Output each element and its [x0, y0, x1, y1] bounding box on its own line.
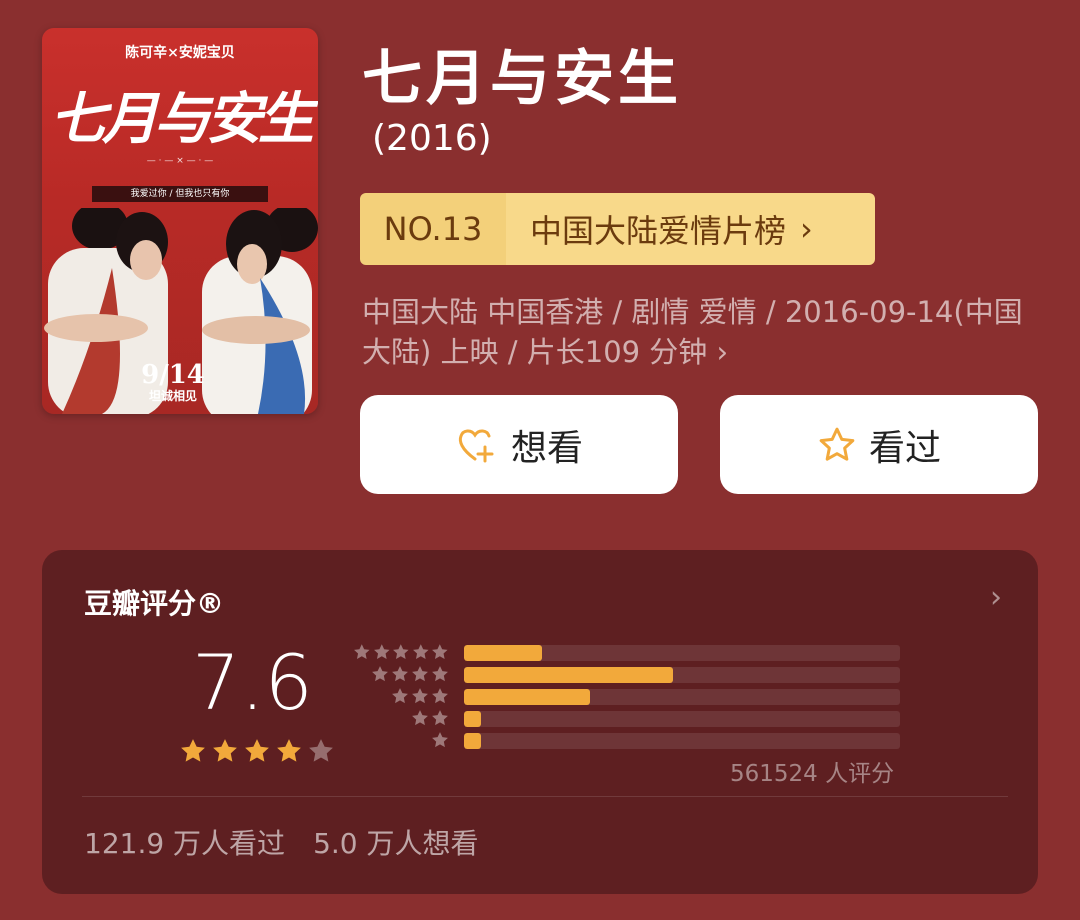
distribution-row-4-star	[352, 664, 900, 684]
poster-credits: 陈可辛×安妮宝贝	[125, 45, 235, 61]
distribution-bar-4-star	[464, 667, 674, 683]
distribution-bar-track	[464, 689, 900, 705]
rating-stars	[178, 736, 336, 766]
star-icon	[393, 644, 409, 659]
star-icon	[432, 666, 448, 682]
movie-poster[interactable]: 陈可辛×安妮宝贝 七月与安生 — · — × — · — 我爱过你 / 但我也只…	[42, 28, 318, 414]
star-icon	[432, 644, 448, 659]
distribution-bar-3-star	[464, 689, 591, 705]
star-filled-icon	[181, 739, 205, 762]
distribution-stars	[352, 730, 450, 750]
star-empty-icon	[309, 739, 333, 762]
chevron-right-icon: ›	[800, 210, 813, 248]
rank-list-name: 中国大陆爱情片榜	[530, 212, 787, 250]
star-icon	[432, 688, 448, 704]
distribution-row-1-star	[352, 730, 900, 750]
poster-date: 9/14	[141, 360, 205, 390]
star-outline-icon	[819, 427, 855, 461]
star-icon	[354, 644, 370, 659]
distribution-bar-5-star	[464, 645, 543, 661]
watched-button[interactable]: 看过	[720, 395, 1038, 494]
poster-title: 七月与安生	[50, 86, 314, 152]
want-count: 5.0 万人想看	[313, 827, 479, 860]
rating-score: 7.6	[192, 638, 313, 727]
star-icon	[372, 666, 388, 682]
star-icon	[392, 688, 408, 704]
distribution-stars	[352, 708, 450, 728]
chevron-right-icon: ›	[716, 335, 729, 369]
movie-meta-text: 中国大陆 中国香港 / 剧情 爱情 / 2016-09-14(中国大陆) 上映 …	[362, 295, 1023, 369]
distribution-bar-track	[464, 645, 900, 661]
distribution-bar-track	[464, 733, 900, 749]
distribution-row-5-star	[352, 642, 900, 662]
distribution-row-2-star	[352, 708, 900, 728]
star-icon	[412, 688, 428, 704]
star-icon	[412, 666, 428, 682]
watched-label: 看过	[868, 427, 941, 469]
heart-plus-icon	[458, 429, 494, 462]
distribution-bar-track	[464, 711, 900, 727]
distribution-bar-2-star	[464, 711, 482, 727]
rating-count: 561524 人评分	[730, 761, 895, 787]
star-filled-icon	[277, 739, 301, 762]
star-icon	[412, 710, 428, 726]
watched-count: 121.9 万人看过	[84, 827, 286, 860]
distribution-bar-track	[464, 667, 900, 683]
rank-list: 中国大陆爱情片榜 ›	[506, 193, 875, 265]
distribution-row-3-star	[352, 686, 900, 706]
movie-meta[interactable]: 中国大陆 中国香港 / 剧情 爱情 / 2016-09-14(中国大陆) 上映 …	[362, 292, 1042, 372]
star-icon	[412, 644, 429, 659]
rating-card: 豆瓣评分® › 7.6 561524 人评分 121.9 万人看过 5.0 万人…	[42, 550, 1038, 894]
poster-release-text: 坦诚相见	[148, 389, 197, 403]
watch-stats: 121.9 万人看过 5.0 万人想看	[84, 822, 479, 862]
star-filled-icon	[213, 739, 237, 762]
distribution-bar-1-star	[464, 733, 482, 749]
distribution-stars	[352, 686, 450, 706]
distribution-stars	[352, 642, 450, 662]
distribution-stars	[352, 664, 450, 684]
star-icon	[432, 710, 448, 726]
star-icon	[373, 644, 390, 659]
movie-year: (2016)	[372, 118, 492, 159]
poster-tagline-bar: 我爱过你 / 但我也只有你	[92, 186, 268, 202]
star-icon	[392, 666, 408, 682]
divider	[82, 796, 1008, 797]
rank-number: NO.13	[360, 193, 506, 265]
movie-title: 七月与安生	[362, 44, 682, 114]
star-icon	[432, 732, 448, 748]
poster-cast: — · — × — · —	[146, 156, 214, 166]
chevron-right-icon[interactable]: ›	[990, 580, 1002, 615]
star-filled-icon	[245, 739, 269, 762]
want-to-watch-label: 想看	[510, 427, 583, 469]
ranking-badge[interactable]: NO.13 中国大陆爱情片榜 ›	[360, 193, 875, 265]
rating-title: 豆瓣评分®	[84, 587, 225, 620]
want-to-watch-button[interactable]: 想看	[360, 395, 678, 494]
